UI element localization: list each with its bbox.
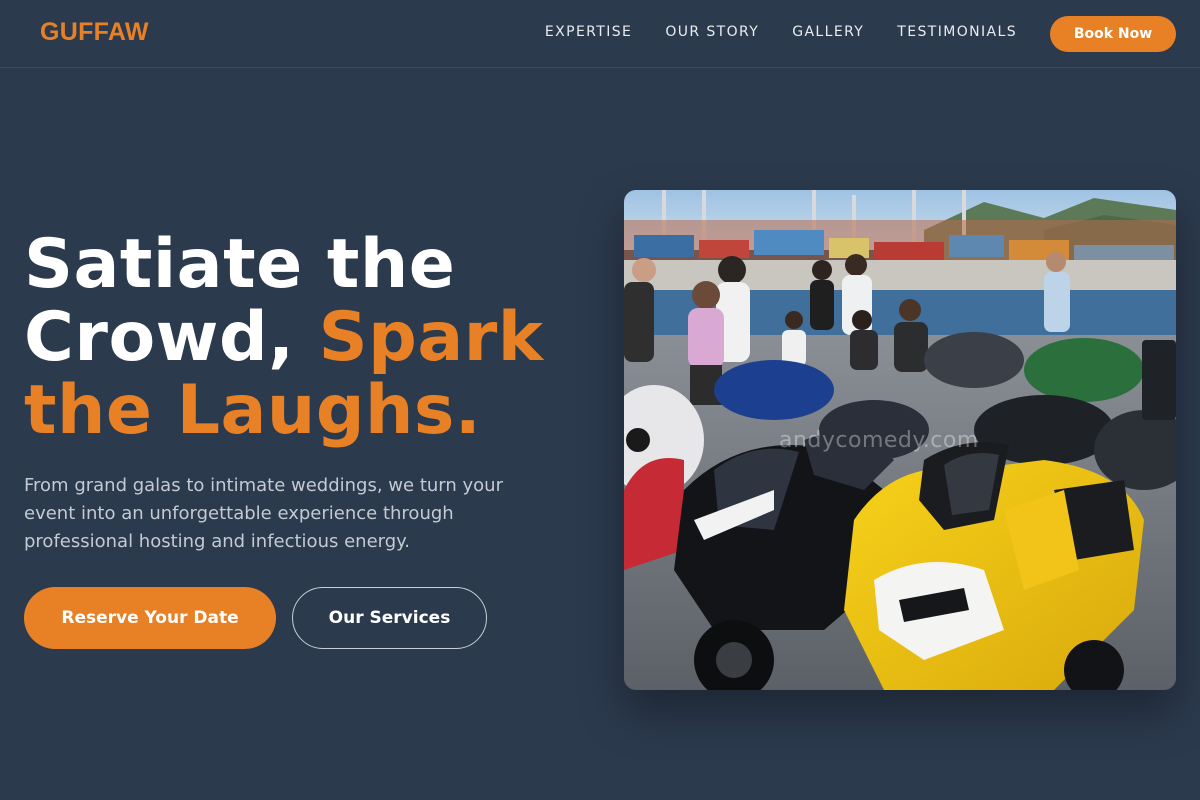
nav-link-expertise[interactable]: EXPERTISE	[545, 24, 632, 40]
hero-image-motorcycles: andycomedy.com	[624, 190, 1176, 690]
hero-title-accent-1: Spark	[318, 298, 544, 377]
logo[interactable]: GUFFAW	[40, 18, 149, 47]
hero-title-line-1: Satiate the	[24, 225, 456, 304]
our-services-button[interactable]: Our Services	[292, 587, 487, 649]
image-watermark: andycomedy.com	[779, 428, 979, 453]
main-nav: EXPERTISE OUR STORY GALLERY TESTIMONIALS	[545, 24, 1017, 40]
hero-title-accent-2: the Laughs.	[24, 371, 482, 450]
nav-link-our-story[interactable]: OUR STORY	[665, 24, 759, 40]
hero-title: Satiate the Crowd, Spark the Laughs.	[24, 228, 604, 447]
reserve-date-button[interactable]: Reserve Your Date	[24, 587, 276, 649]
nav-link-gallery[interactable]: GALLERY	[792, 24, 864, 40]
hero-title-line-2: Crowd,	[24, 298, 319, 377]
nav-link-testimonials[interactable]: TESTIMONIALS	[897, 24, 1017, 40]
site-header: GUFFAW EXPERTISE OUR STORY GALLERY TESTI…	[0, 0, 1200, 68]
book-now-button[interactable]: Book Now	[1050, 16, 1176, 52]
hero-description: From grand galas to intimate weddings, w…	[24, 475, 503, 552]
